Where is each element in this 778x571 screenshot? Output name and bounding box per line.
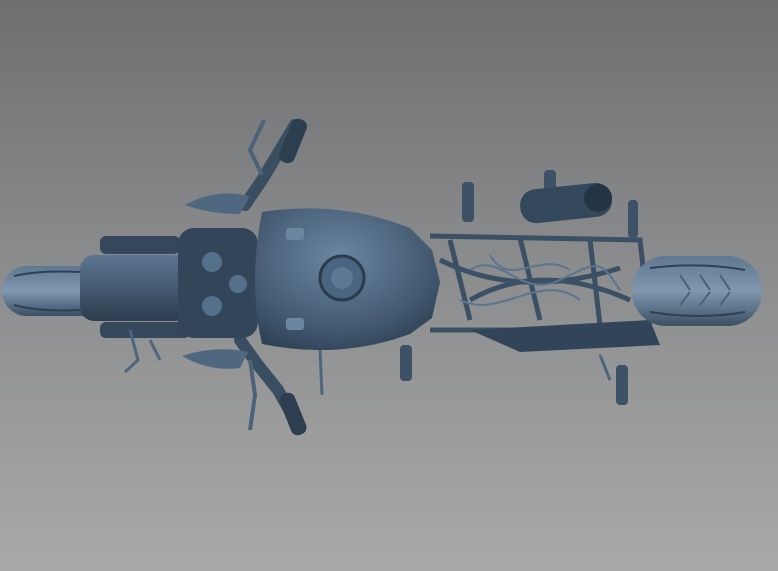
motorcycle-scan-model xyxy=(2,118,762,436)
3d-viewport[interactable] xyxy=(0,0,778,571)
front-fork xyxy=(80,236,190,338)
steering-head xyxy=(178,228,258,338)
rear-tire xyxy=(632,256,762,326)
exhaust-muffler xyxy=(520,182,612,224)
rear-frame xyxy=(429,233,653,333)
fuel-tank xyxy=(255,208,440,351)
left-wing xyxy=(185,193,250,214)
swingarm xyxy=(470,320,660,352)
right-wing xyxy=(182,349,248,369)
